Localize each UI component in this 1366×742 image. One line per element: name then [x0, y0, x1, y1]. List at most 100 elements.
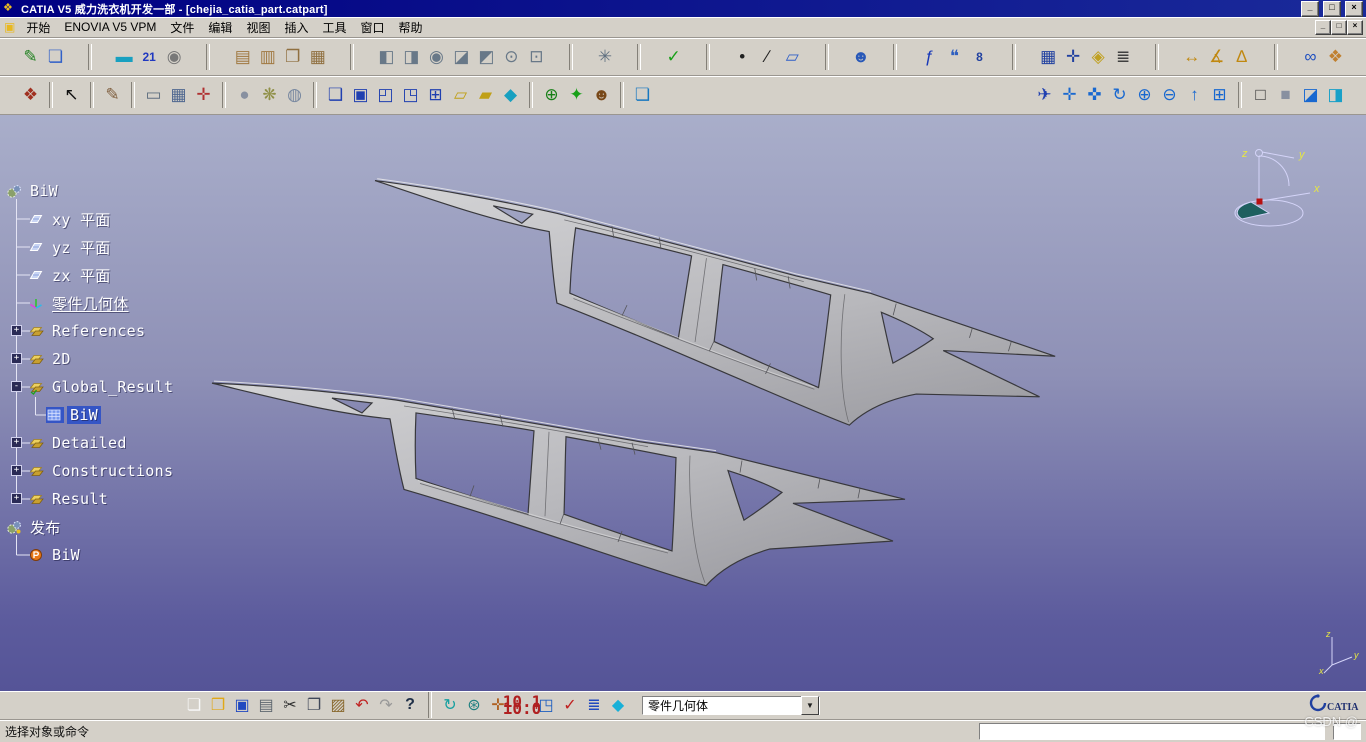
update-icon[interactable]: 21: [137, 44, 162, 69]
tree-item-References[interactable]: + References: [2, 317, 242, 345]
undo-icon[interactable]: ↶: [350, 693, 374, 717]
split-window-icon[interactable]: ▣: [348, 83, 373, 108]
zoom-out-icon[interactable]: ⊖: [1157, 83, 1182, 108]
tree-expand-box[interactable]: +: [11, 465, 22, 476]
lock-icon[interactable]: ◈: [1086, 44, 1111, 69]
swap-space-icon[interactable]: ◨: [1323, 83, 1348, 108]
catalog-book1-icon[interactable]: ▤: [230, 44, 255, 69]
menu-item-8[interactable]: 帮助: [392, 17, 430, 38]
tree-expand-box[interactable]: +: [11, 437, 22, 448]
compass-x-label[interactable]: x: [1313, 183, 1320, 195]
catalog-list-icon[interactable]: ≣: [1111, 44, 1136, 69]
hide-show-icon[interactable]: ◪: [1298, 83, 1323, 108]
tree-item-BiW[interactable]: BiW: [2, 401, 242, 429]
mass-properties-icon[interactable]: ∆: [1229, 44, 1254, 69]
power-input-icon[interactable]: ↻: [438, 693, 462, 717]
shading-cylinder-icon[interactable]: ■: [1273, 83, 1298, 108]
comment-icon[interactable]: ❝: [942, 44, 967, 69]
check-analysis-icon[interactable]: ✓: [661, 44, 686, 69]
workbench-icon[interactable]: ❖: [18, 83, 43, 108]
command-input[interactable]: [979, 723, 1325, 740]
clipboard-pen-icon[interactable]: ✎: [100, 83, 125, 108]
iso-cube-icon[interactable]: ◆: [498, 83, 523, 108]
world-sparkle-icon[interactable]: ✦: [564, 83, 589, 108]
plane-icon[interactable]: ▱: [780, 44, 805, 69]
model-frame-lower[interactable]: [212, 381, 905, 586]
close-button[interactable]: ×: [1345, 1, 1363, 17]
hole-icon[interactable]: ⊙: [499, 44, 524, 69]
tree-item-label[interactable]: Result: [49, 490, 111, 508]
shaded-sphere-icon[interactable]: ◍: [282, 83, 307, 108]
select-arrow-icon[interactable]: ↖: [59, 83, 84, 108]
tree-item-yz 平面[interactable]: yz 平面: [2, 233, 242, 261]
window-icon[interactable]: ❑: [323, 83, 348, 108]
help-icon[interactable]: ?: [398, 693, 422, 717]
menu-item-6[interactable]: 工具: [315, 17, 353, 38]
fly-mode-icon[interactable]: ✈: [1032, 83, 1057, 108]
tree-item-Detailed[interactable]: + Detailed: [2, 429, 242, 457]
tree-expand-box[interactable]: +: [11, 353, 22, 364]
geometry-check-icon[interactable]: ✓: [558, 693, 582, 717]
wireframe-cube-icon[interactable]: □: [1248, 83, 1273, 108]
tree-item-label[interactable]: Detailed: [49, 434, 130, 452]
table-icon[interactable]: ▦: [1036, 44, 1061, 69]
menu-item-4[interactable]: 视图: [239, 17, 277, 38]
tree-item-label[interactable]: 发布: [27, 517, 64, 538]
catalog-book2-icon[interactable]: ▥: [255, 44, 280, 69]
view-right-icon[interactable]: ◳: [398, 83, 423, 108]
world-icon[interactable]: ⊕: [539, 83, 564, 108]
compass-origin[interactable]: [1257, 199, 1263, 205]
tree-expand-box[interactable]: +: [11, 325, 22, 336]
slot-icon[interactable]: ⊡: [524, 44, 549, 69]
gear-icon[interactable]: ✳: [593, 44, 618, 69]
doc-close-button[interactable]: ×: [1347, 20, 1363, 35]
groove-icon[interactable]: ◩: [474, 44, 499, 69]
pan-globe-icon[interactable]: ⊛: [462, 693, 486, 717]
rotate-icon[interactable]: ↻: [1107, 83, 1132, 108]
manipulator-icon[interactable]: ◳: [534, 693, 558, 717]
spray-icon[interactable]: ❋: [257, 83, 282, 108]
save-icon[interactable]: ▣: [230, 693, 254, 717]
tree-item-label[interactable]: zx 平面: [49, 265, 114, 286]
pin-icon[interactable]: ◉: [162, 44, 187, 69]
tree-item-xy 平面[interactable]: xy 平面: [2, 205, 242, 233]
compass[interactable]: z y x: [1222, 141, 1327, 233]
view-left-icon[interactable]: ◰: [373, 83, 398, 108]
tree-item-label[interactable]: BiW: [67, 406, 101, 424]
viewport-3d[interactable]: BiWxy 平面yz 平面zx 平面零件几何体+References+2D-Gl…: [0, 115, 1366, 691]
axis-system-icon[interactable]: ✛: [1061, 44, 1086, 69]
tree-item-Result[interactable]: +Result: [2, 485, 242, 513]
tree-item-2D[interactable]: +2D: [2, 345, 242, 373]
tree-item-label[interactable]: BiW: [27, 182, 61, 200]
doc-minimize-button[interactable]: _: [1315, 20, 1331, 35]
menu-item-0[interactable]: 开始: [19, 17, 57, 38]
combo-dropdown-button[interactable]: ▼: [801, 696, 819, 715]
fit-all-icon[interactable]: ✛: [1057, 83, 1082, 108]
tree-item-zx 平面[interactable]: zx 平面: [2, 261, 242, 289]
tree-item-label[interactable]: Global_Result: [49, 378, 176, 396]
layers-icon[interactable]: ❏: [630, 83, 655, 108]
minimize-button[interactable]: _: [1301, 1, 1319, 17]
sketcher-icon[interactable]: ✎: [18, 44, 43, 69]
multi-view-icon[interactable]: ⊞: [1207, 83, 1232, 108]
new-document-icon[interactable]: ❏: [182, 693, 206, 717]
pan-icon[interactable]: ✜: [1082, 83, 1107, 108]
tree-item-发布[interactable]: 发布: [2, 513, 242, 541]
tree-item-label[interactable]: References: [49, 322, 148, 340]
user-icon[interactable]: ☻: [848, 44, 873, 69]
tree-item-BiW[interactable]: BiW: [2, 541, 242, 569]
cut-icon[interactable]: ✂: [278, 693, 302, 717]
pad-icon[interactable]: ◧: [374, 44, 399, 69]
model-frame-upper[interactable]: [357, 179, 1065, 443]
measure-between-icon[interactable]: ↔: [1179, 44, 1204, 69]
exit-workbench-icon[interactable]: ❏: [43, 44, 68, 69]
stamp-icon[interactable]: ❐: [280, 44, 305, 69]
tree-item-label[interactable]: 零件几何体: [49, 293, 132, 314]
line-icon[interactable]: ∕: [755, 44, 780, 69]
design-table-icon[interactable]: 8: [967, 44, 992, 69]
report-chart-icon[interactable]: ▦: [305, 44, 330, 69]
measure-angle-icon[interactable]: ∡: [1204, 44, 1229, 69]
surface-icon[interactable]: ▱: [448, 83, 473, 108]
tree-item-label[interactable]: BiW: [49, 546, 83, 564]
shaft-icon[interactable]: ◉: [424, 44, 449, 69]
